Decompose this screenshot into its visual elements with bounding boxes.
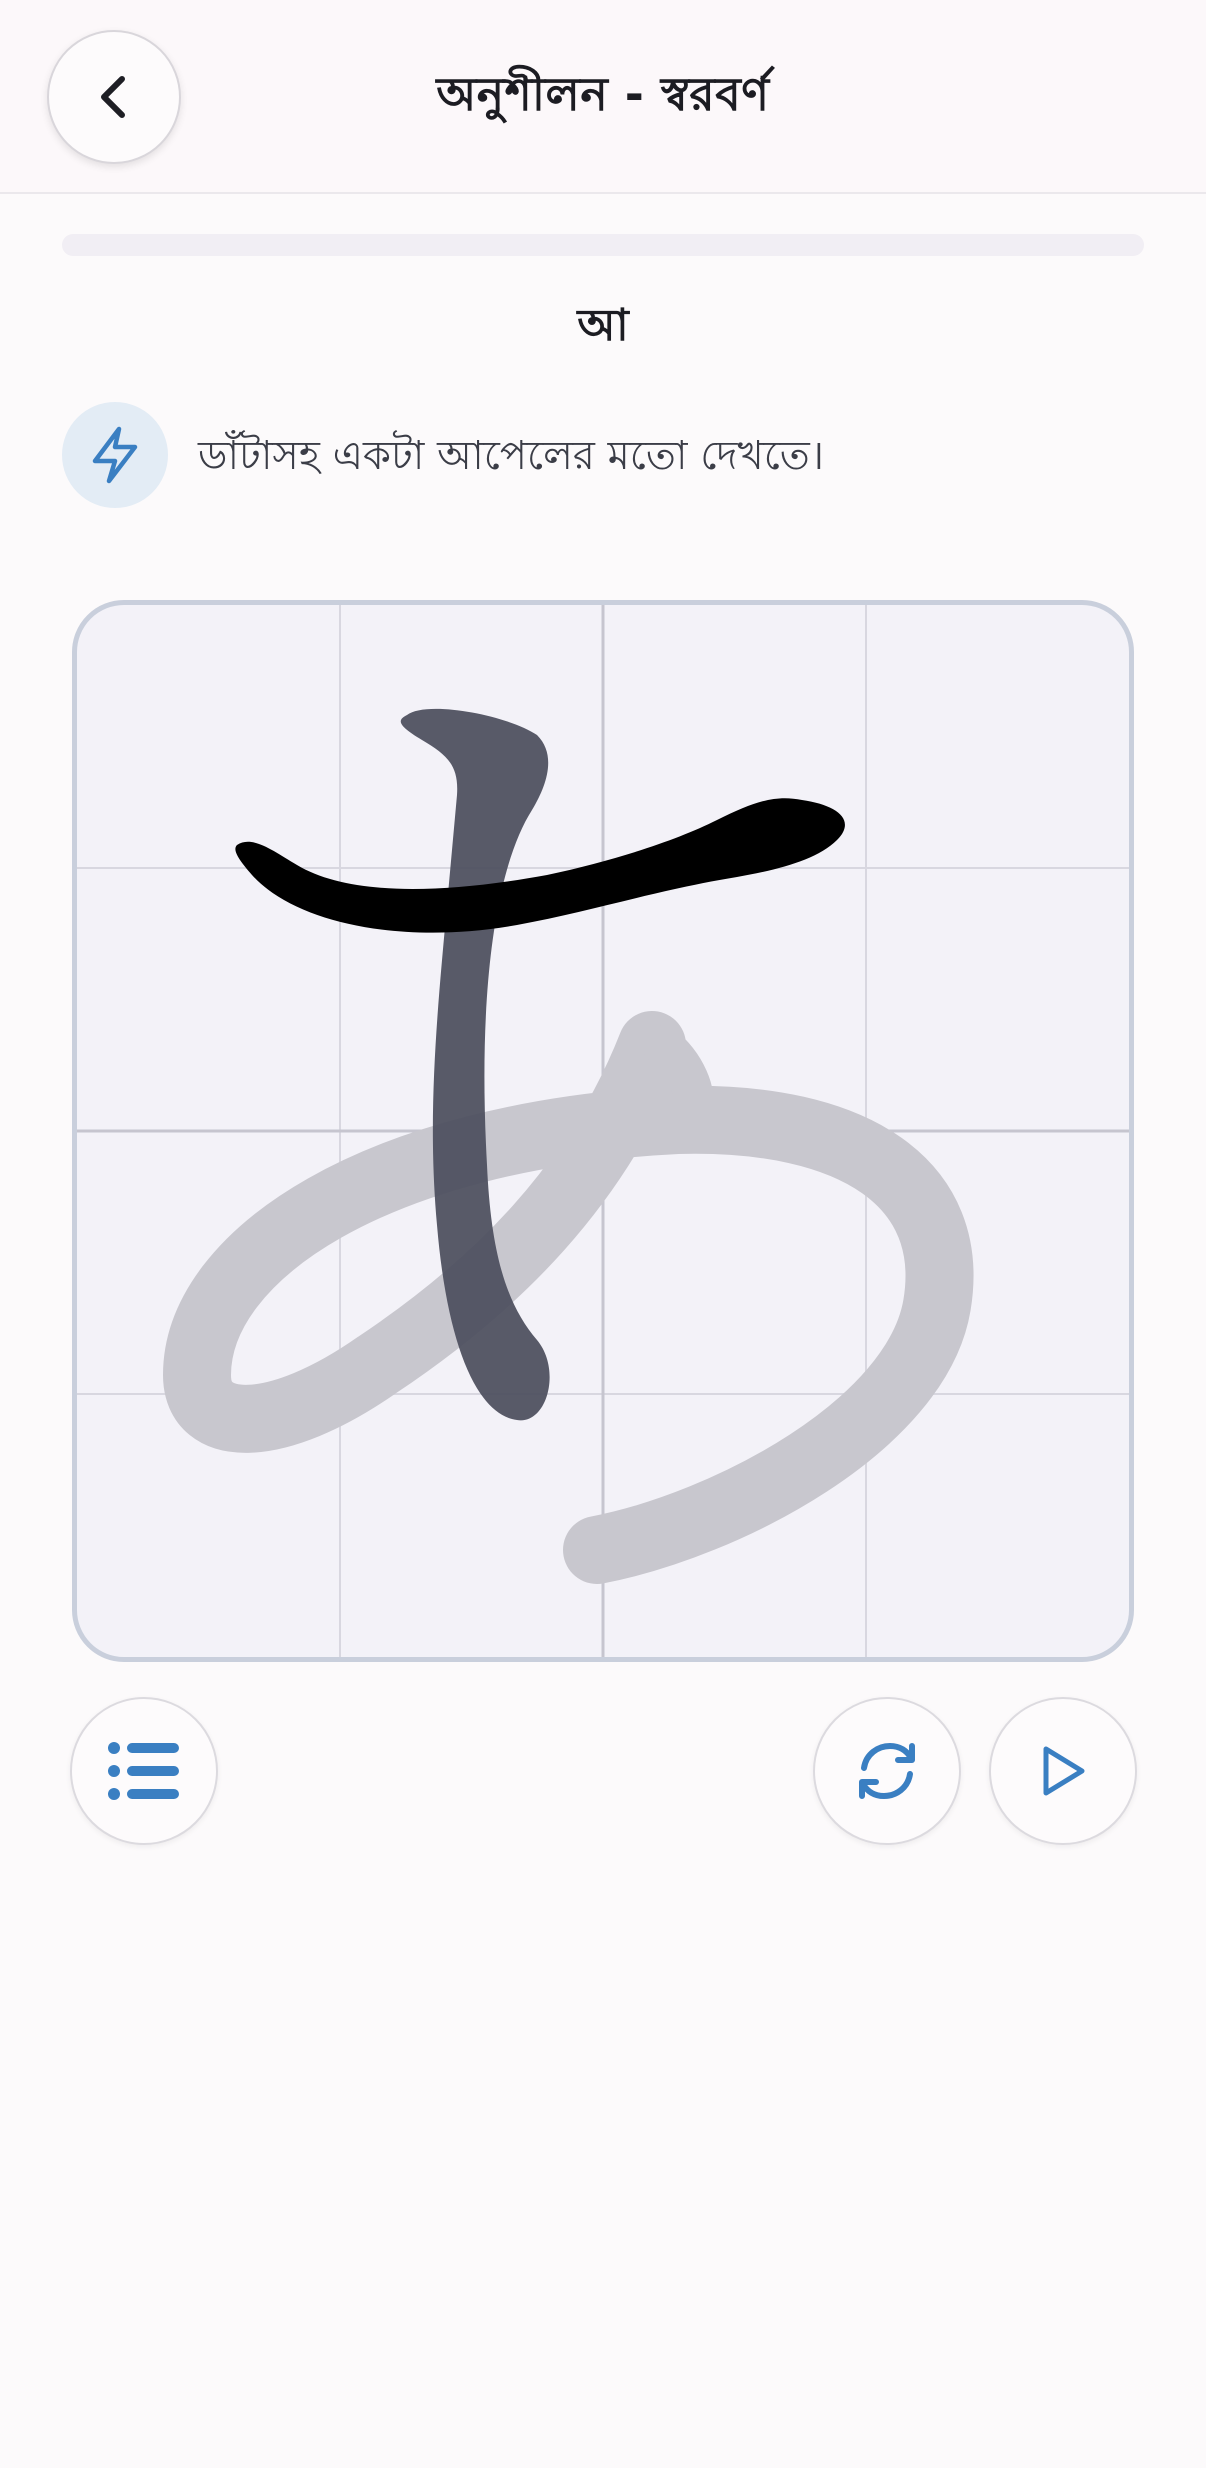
canvas-svg	[77, 605, 1129, 1657]
progress-bar	[62, 234, 1144, 256]
drawing-canvas[interactable]	[72, 600, 1134, 1662]
lightning-icon	[92, 426, 138, 484]
play-icon	[1043, 1746, 1085, 1796]
completed-stroke	[235, 798, 845, 933]
play-button[interactable]	[989, 1697, 1137, 1845]
guide-strokes	[162, 1011, 974, 1584]
page-title: অনুশীলন - স্বরবর্ণ	[436, 67, 770, 121]
reset-button[interactable]	[813, 1697, 961, 1845]
list-icon	[108, 1742, 179, 1800]
hint-text: ডাঁটাসহ একটা আপেলের মতো দেখতে।	[198, 433, 825, 479]
hint-icon-badge	[62, 402, 168, 508]
refresh-icon	[859, 1742, 915, 1800]
app-header: অনুশীলন - স্বরবর্ণ	[0, 0, 1206, 194]
stroke-list-button[interactable]	[70, 1697, 218, 1845]
character-label: আ	[577, 300, 629, 351]
